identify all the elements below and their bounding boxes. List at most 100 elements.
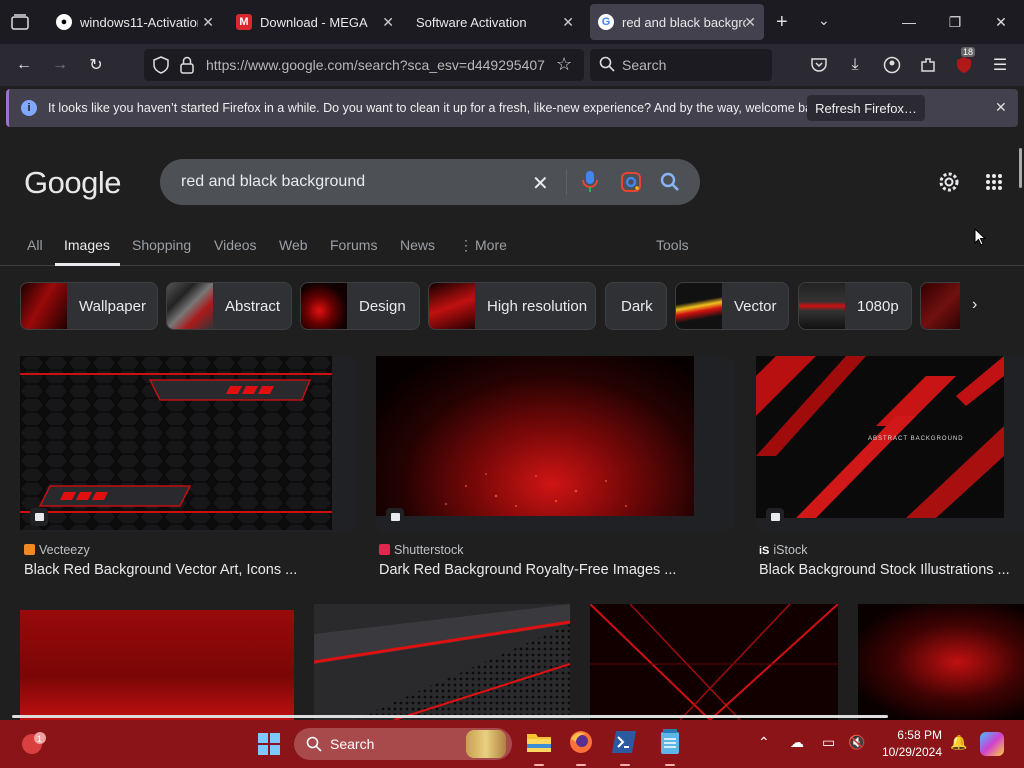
tab-images[interactable]: Images [64,237,110,253]
chip-high-resolution[interactable]: High resolution [428,282,596,330]
widgets-icon[interactable]: 1 [20,728,50,763]
reload-icon[interactable]: ↻ [84,53,108,77]
result-title[interactable]: Black Background Stock Illustrations ... [759,562,1010,578]
start-windows-icon[interactable] [258,733,280,760]
close-window-icon[interactable]: ✕ [978,0,1024,44]
google-logo[interactable]: Google [24,165,121,201]
bookmark-star-icon[interactable]: ☆ [556,54,572,75]
tab-google-images[interactable]: G red and black backgrou ✕ [590,4,764,40]
chip-partial[interactable] [920,282,960,330]
result-image[interactable]: ABSTRACT BACKGROUND [756,356,1004,518]
clock-date[interactable]: 10/29/2024 [876,745,942,759]
file-explorer-icon[interactable] [526,730,552,759]
tab-web[interactable]: Web [279,237,308,253]
search-submit-icon[interactable] [660,172,680,197]
result-title[interactable]: Black Red Background Vector Art, Icons .… [24,562,297,578]
url-bar[interactable]: https://www.google.com/search?sca_esv=d4… [144,49,584,81]
notepad-icon[interactable] [660,729,680,760]
chip-design[interactable]: Design [300,282,420,330]
close-tab-icon[interactable]: ✕ [202,14,214,31]
downloads-icon[interactable]: ⤓ [843,53,867,77]
chip-abstract[interactable]: Abstract [166,282,292,330]
horizontal-scrollbar[interactable] [12,715,888,718]
cloud-offline-icon[interactable]: ☁ [790,734,804,751]
result-image[interactable] [20,356,332,530]
tab-all[interactable]: All [27,237,43,253]
settings-gear-icon[interactable] [937,170,961,199]
microphone-icon[interactable] [582,170,598,199]
vertical-scrollbar[interactable] [1019,148,1022,188]
tab-software-activation[interactable]: Software Activation ✕ [404,4,582,40]
result-card[interactable] [20,356,356,532]
refresh-firefox-button[interactable]: Refresh Firefox… [807,95,925,121]
copilot-icon[interactable] [980,732,1004,756]
tab-shopping[interactable]: Shopping [132,237,191,253]
image-type-icon [30,508,48,526]
firefox-icon[interactable] [568,729,594,760]
shutterstock-favicon-icon [379,544,390,555]
search-query[interactable]: red and black background [181,173,365,191]
pocket-icon[interactable] [807,53,831,77]
chip-thumbnail [429,283,475,329]
tab-forums[interactable]: Forums [330,237,377,253]
chip-thumbnail [167,283,213,329]
back-icon[interactable]: ← [12,53,36,77]
clock-time[interactable]: 6:58 PM [890,728,942,742]
result-image[interactable] [20,610,294,720]
result-card[interactable]: ABSTRACT BACKGROUND [756,356,1024,532]
forward-icon[interactable]: → [48,53,72,77]
result-source[interactable]: Shutterstock [379,543,463,557]
browser-search-bar[interactable]: Search [590,49,772,81]
result-image[interactable] [376,356,694,516]
result-card[interactable] [376,356,734,532]
tab-list-icon[interactable] [10,12,30,32]
tab-mega[interactable]: M Download - MEGA ✕ [224,4,402,40]
tab-github[interactable]: ● windows11-Activation ✕ [44,4,222,40]
chips-scroll-right-icon[interactable]: › [972,296,977,314]
tab-more[interactable]: More [475,237,507,253]
chip-dark[interactable]: Dark [605,282,667,330]
lock-icon[interactable] [180,56,194,79]
chip-wallpaper[interactable]: Wallpaper [20,282,158,330]
tab-videos[interactable]: Videos [214,237,257,253]
result-source[interactable]: iS iStock [759,543,807,557]
account-icon[interactable] [880,53,904,77]
taskbar-search-box[interactable]: Search [294,728,512,760]
close-tab-icon[interactable]: ✕ [382,14,394,31]
tab-news[interactable]: News [400,237,435,253]
chip-1080p[interactable]: 1080p [798,282,912,330]
tab-label: windows11-Activation [80,14,198,30]
chip-vector[interactable]: Vector [675,282,789,330]
result-image[interactable] [314,604,570,720]
close-notification-icon[interactable]: ✕ [995,99,1007,116]
volume-muted-icon[interactable]: 🔇 [848,734,865,751]
restore-icon[interactable]: ❐ [932,0,978,44]
menu-icon[interactable]: ☰ [988,53,1012,77]
network-icon[interactable]: ▭ [822,734,835,751]
tab-label: Download - MEGA [260,14,368,30]
url-text[interactable]: https://www.google.com/search?sca_esv=d4… [206,57,550,73]
close-tab-icon[interactable]: ✕ [744,14,756,31]
notifications-bell-icon[interactable]: 🔔 [950,734,967,751]
image-type-icon [766,508,784,526]
google-search-box[interactable]: red and black background ✕ [160,159,700,205]
extensions-icon[interactable] [916,53,940,77]
new-tab-icon[interactable]: + [776,11,788,34]
ublock-extension-icon[interactable]: 18 [952,47,976,77]
more-dots-icon[interactable]: ⋮ [459,237,473,254]
clear-search-icon[interactable]: ✕ [532,171,549,196]
shield-icon[interactable] [152,56,170,79]
result-image[interactable] [858,604,1024,720]
selected-tab-indicator [55,263,120,266]
powershell-icon[interactable] [612,731,636,758]
result-title[interactable]: Dark Red Background Royalty-Free Images … [379,562,676,578]
chevron-down-icon[interactable]: ⌄ [818,12,830,29]
minimize-icon[interactable]: — [886,0,932,44]
result-image[interactable] [590,604,838,720]
close-tab-icon[interactable]: ✕ [562,14,574,31]
lens-icon[interactable] [620,171,642,198]
google-apps-icon[interactable] [985,173,1003,196]
tools-button[interactable]: Tools [656,237,689,253]
result-source[interactable]: Vecteezy [24,543,90,557]
show-hidden-icons-icon[interactable]: ⌃ [758,734,770,751]
